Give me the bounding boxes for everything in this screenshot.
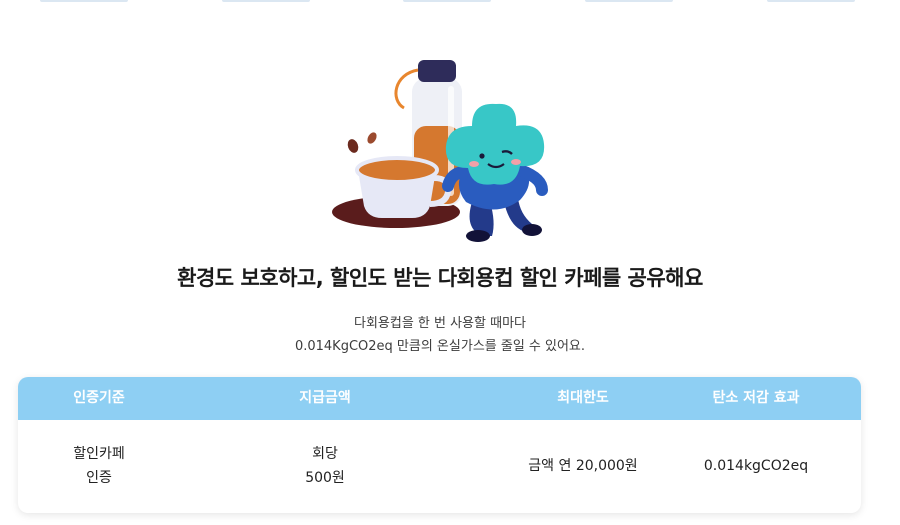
top-tab-bar-edge (0, 0, 900, 4)
page-headline: 환경도 보호하고, 할인도 받는 다회용컵 할인 카페를 공유해요 (177, 266, 703, 290)
page: 환경도 보호하고, 할인도 받는 다회용컵 할인 카페를 공유해요 다회용컵을 … (0, 0, 900, 525)
tab-edge[interactable] (403, 0, 491, 2)
subtext-line-2: 0.014KgCO2eq 만큼의 온실가스를 줄일 수 있어요. (294, 339, 586, 354)
cell-amount: 회당 500원 (180, 442, 470, 490)
tab-edge[interactable] (767, 0, 855, 2)
coffee-bean-icon (367, 132, 377, 144)
header-amount: 지급금액 (299, 390, 351, 406)
reusable-cup-illustration (332, 60, 548, 242)
header-carbon: 탄소 저감 효과 (712, 390, 800, 406)
cell-amount-line-2: 500원 (305, 470, 345, 486)
cell-criteria-line-1: 할인카페 (73, 446, 125, 462)
reward-table: 인증기준 지급금액 최대한도 탄소 저감 효과 할인카페 인증 회당 500원 … (18, 377, 861, 513)
cell-carbon: 0.014kgCO2eq (703, 458, 809, 474)
cell-criteria-line-2: 인증 (86, 470, 112, 486)
cell-criteria: 할인카페 인증 (18, 442, 180, 490)
tab-edge[interactable] (585, 0, 673, 2)
tab-edge[interactable] (222, 0, 310, 2)
table-header: 인증기준 지급금액 최대한도 탄소 저감 효과 (18, 377, 861, 420)
cell-amount-line-1: 회당 (312, 446, 338, 462)
table-row: 할인카페 인증 회당 500원 금액 연 20,000원 0.014kgCO2e… (18, 420, 861, 513)
header-criteria: 인증기준 (73, 390, 125, 406)
tab-edge[interactable] (40, 0, 128, 2)
subtext-line-1: 다회용컵을 한 번 사용할 때마다 (353, 316, 526, 331)
coffee-bean-icon (347, 139, 359, 153)
